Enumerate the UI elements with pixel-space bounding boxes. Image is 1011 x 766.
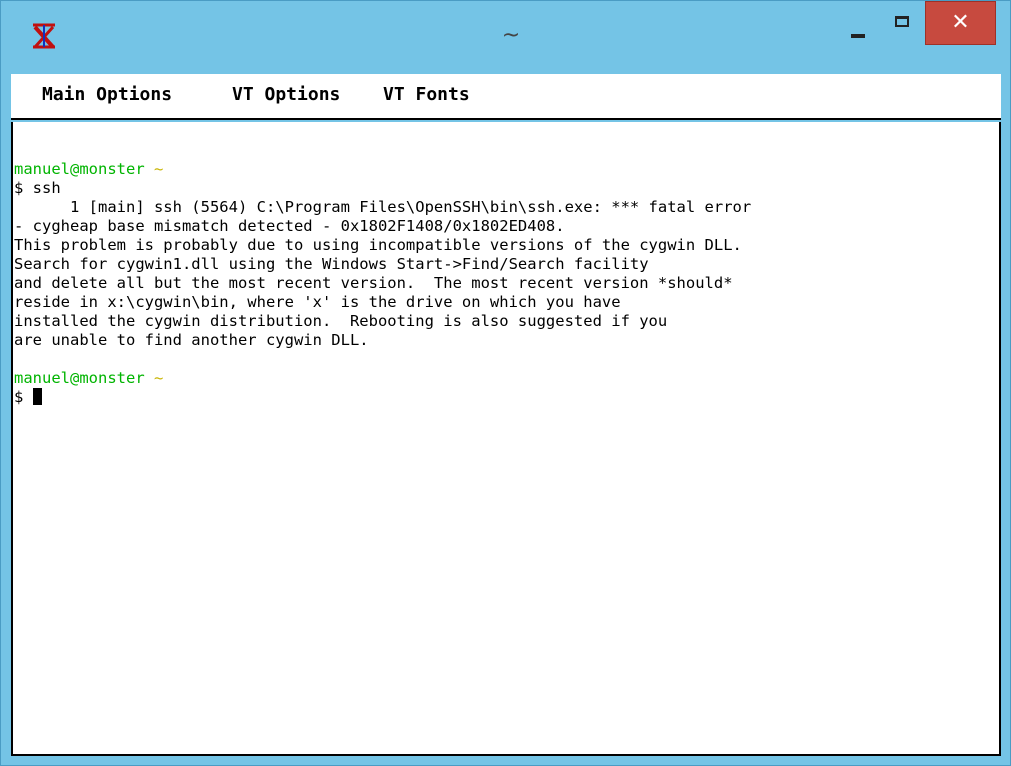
menu-vt-fonts[interactable]: VT Fonts — [383, 84, 470, 105]
output-line: are unable to find another cygwin DLL. — [14, 331, 369, 349]
output-line: 1 [main] ssh (5564) C:\Program Files\Ope… — [14, 198, 752, 216]
minimize-button[interactable] — [837, 1, 881, 45]
output-line: - cygheap base mismatch detected - 0x180… — [14, 217, 565, 235]
xterm-window: ~ ✕ Main Options VT Options VT Fonts man… — [0, 0, 1011, 766]
active-command-line: $ — [14, 388, 42, 407]
prompt-symbol: $ — [14, 388, 33, 406]
output-line: This problem is probably due to using in… — [14, 236, 742, 254]
prompt-line: manuel@monster ~ — [14, 369, 163, 388]
prompt-user-host: manuel@monster — [14, 160, 145, 178]
minimize-icon — [851, 34, 865, 38]
maximize-icon — [895, 16, 909, 27]
title-bar[interactable]: ~ ✕ — [1, 1, 1010, 72]
output-line: and delete all but the most recent versi… — [14, 274, 733, 292]
close-icon: ✕ — [951, 10, 970, 35]
menu-vt-options[interactable]: VT Options — [232, 84, 340, 105]
prompt-line: manuel@monster ~ — [14, 160, 163, 179]
close-button[interactable]: ✕ — [925, 1, 996, 45]
prompt-user-host: manuel@monster — [14, 369, 145, 387]
output-line: Search for cygwin1.dll using the Windows… — [14, 255, 649, 273]
prompt-path: ~ — [154, 369, 164, 387]
menu-bar: Main Options VT Options VT Fonts — [11, 74, 1001, 120]
x-logo-icon[interactable] — [29, 21, 59, 51]
output-line: reside in x:\cygwin\bin, where 'x' is th… — [14, 293, 621, 311]
command-line: $ ssh — [14, 179, 61, 197]
maximize-button[interactable] — [881, 1, 925, 45]
terminal-area[interactable]: manuel@monster ~ $ ssh 1 [main] ssh (556… — [11, 122, 1001, 756]
window-title: ~ — [501, 23, 521, 48]
text-cursor — [32, 388, 42, 405]
prompt-path: ~ — [154, 160, 164, 178]
output-line: installed the cygwin distribution. Reboo… — [14, 312, 668, 330]
menu-main-options[interactable]: Main Options — [42, 84, 172, 105]
